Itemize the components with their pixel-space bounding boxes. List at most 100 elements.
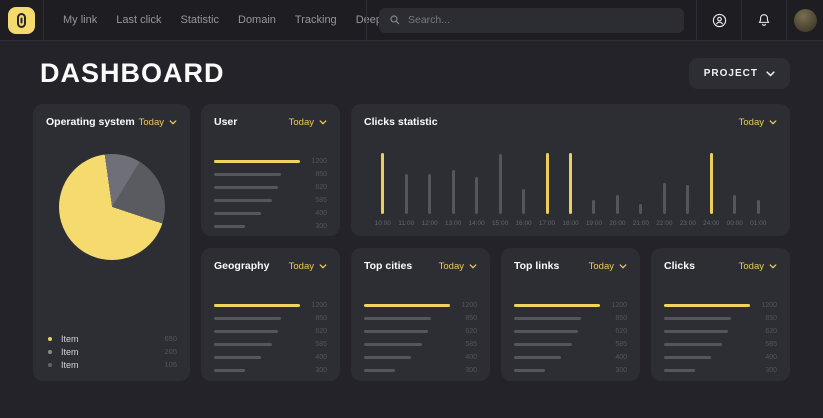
bell-icon <box>756 12 772 28</box>
filter-label: Today <box>289 261 314 272</box>
logo[interactable] <box>8 7 35 34</box>
bar <box>364 317 431 320</box>
card-title: Top cities <box>364 260 412 272</box>
profile-section <box>786 0 823 40</box>
vbar-zone <box>428 150 431 214</box>
bar-row: 585 <box>514 338 627 351</box>
menu-item-my-link[interactable]: My link <box>63 14 97 26</box>
bar-value: 850 <box>450 315 477 322</box>
avatar[interactable] <box>794 9 817 32</box>
legend-dot <box>48 337 52 341</box>
bar-row: 620 <box>664 325 777 338</box>
card-title: Top links <box>514 260 559 272</box>
search-box[interactable] <box>379 8 684 33</box>
filter-dropdown[interactable]: Today <box>289 261 327 272</box>
menu-item-last-click[interactable]: Last click <box>116 14 161 26</box>
chevron-down-icon <box>319 264 327 269</box>
bar-row: 850 <box>214 168 327 181</box>
filter-dropdown[interactable]: Today <box>739 261 777 272</box>
vbar-column: 14:00 <box>465 150 488 227</box>
bar-row: 1200 <box>514 299 627 312</box>
filter-label: Today <box>289 117 314 128</box>
bar <box>364 343 422 346</box>
vbar-label: 15:00 <box>492 220 508 227</box>
bar-track <box>514 356 600 359</box>
vbar-zone <box>757 150 760 214</box>
menu-item-statistic[interactable]: Statistic <box>180 14 219 26</box>
legend-item: Item105 <box>48 358 177 371</box>
filter-dropdown[interactable]: Today <box>739 117 777 128</box>
vbar-column: 15:00 <box>488 150 511 227</box>
filter-dropdown[interactable]: Today <box>589 261 627 272</box>
vbar <box>710 153 713 214</box>
menu-item-domain[interactable]: Domain <box>238 14 276 26</box>
bar-value: 400 <box>750 354 777 361</box>
bar <box>214 369 245 372</box>
bar-row: 400 <box>214 207 327 220</box>
filter-dropdown[interactable]: Today <box>439 261 477 272</box>
legend-value: 650 <box>164 334 177 343</box>
vbar-zone <box>405 150 408 214</box>
bar-value: 300 <box>600 367 627 374</box>
bar-track <box>664 317 750 320</box>
legend-value: 105 <box>164 360 177 369</box>
vbar <box>405 174 408 214</box>
hbar-chart: 1200850620585400300 <box>364 299 477 377</box>
filter-dropdown[interactable]: Today <box>289 117 327 128</box>
search-section <box>366 0 696 40</box>
vbar <box>522 189 525 214</box>
card-title: Operating system <box>46 116 135 128</box>
bar <box>664 369 695 372</box>
vbar-label: 19:00 <box>586 220 602 227</box>
bar-track <box>214 173 300 176</box>
bar-track <box>364 330 450 333</box>
hbar-chart: 1200850620585400300 <box>214 299 327 377</box>
bar <box>664 317 731 320</box>
vbar-label: 13:00 <box>445 220 461 227</box>
vbar-zone <box>452 150 455 214</box>
vbar-column: 12:00 <box>418 150 441 227</box>
bar-value: 585 <box>450 341 477 348</box>
menu-item-tracking[interactable]: Tracking <box>295 14 337 26</box>
vbar-column: 17:00 <box>535 150 558 227</box>
bar <box>664 356 711 359</box>
chevron-down-icon <box>766 71 775 77</box>
bar-row: 585 <box>664 338 777 351</box>
bar-value: 300 <box>300 223 327 230</box>
vbar-column: 00:00 <box>723 150 746 227</box>
vbar-zone <box>710 150 713 214</box>
bar-row: 300 <box>664 364 777 377</box>
bar <box>514 343 572 346</box>
bar <box>364 369 395 372</box>
vbar <box>686 185 689 214</box>
bar-track <box>664 304 750 307</box>
bar-value: 620 <box>450 328 477 335</box>
card-geography: Geography Today 1200850620585400300 <box>201 248 340 381</box>
bar <box>514 369 545 372</box>
bar-track <box>514 330 600 333</box>
card-title: Clicks <box>664 260 695 272</box>
vbar <box>616 195 619 214</box>
bar-row: 300 <box>214 364 327 377</box>
project-button-label: PROJECT <box>704 68 758 79</box>
card-top-links: Top links Today 1200850620585400300 <box>501 248 640 381</box>
chevron-down-icon <box>769 264 777 269</box>
project-dropdown-button[interactable]: PROJECT <box>689 58 790 89</box>
bar-track <box>514 369 600 372</box>
support-button[interactable] <box>696 0 741 40</box>
bar-row: 585 <box>364 338 477 351</box>
bar <box>214 343 272 346</box>
vbar-label: 21:00 <box>633 220 649 227</box>
bar-value: 1200 <box>600 302 627 309</box>
filter-dropdown[interactable]: Today <box>139 117 177 128</box>
link-icon <box>14 12 29 29</box>
bar-row: 1200 <box>664 299 777 312</box>
vbar-zone <box>639 150 642 214</box>
search-input[interactable] <box>408 14 674 26</box>
logo-section <box>0 0 44 40</box>
notifications-button[interactable] <box>741 0 786 40</box>
bar-value: 400 <box>450 354 477 361</box>
bar-value: 400 <box>300 210 327 217</box>
bar <box>214 304 300 307</box>
vbar <box>733 195 736 214</box>
